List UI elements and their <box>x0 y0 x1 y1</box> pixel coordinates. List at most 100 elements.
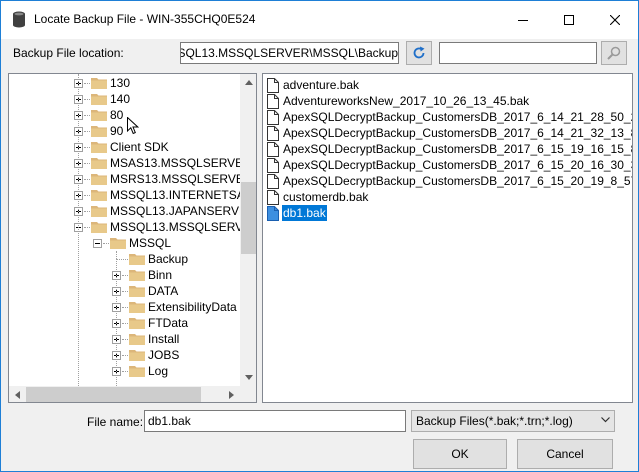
search-input[interactable] <box>439 42 597 64</box>
search-button[interactable] <box>601 41 627 65</box>
file-list[interactable]: adventure.bak AdventureworksNew_2017_10_2… <box>262 73 633 403</box>
file-name-input[interactable] <box>144 410 406 432</box>
chevron-down-icon <box>601 417 610 423</box>
tree-item-label: 140 <box>110 92 131 106</box>
file-list-item[interactable]: adventure.bak <box>267 77 360 93</box>
tree-connector-line <box>84 115 90 116</box>
close-button[interactable] <box>592 1 638 39</box>
scrollbar-corner <box>240 386 256 402</box>
file-icon <box>267 125 279 141</box>
tree-item[interactable]: FTData <box>9 315 240 331</box>
tree-item[interactable]: ExtensibilityData <box>9 299 240 315</box>
file-item-label: customerdb.bak <box>283 190 369 204</box>
file-icon <box>267 93 279 109</box>
folder-icon <box>129 334 145 345</box>
minimize-button[interactable] <box>500 1 546 39</box>
file-icon <box>267 157 279 173</box>
tree-item[interactable]: 130 <box>9 75 240 91</box>
tree-item[interactable]: Client SDK <box>9 139 240 155</box>
tree-connector-line <box>122 371 128 372</box>
file-list-item[interactable]: customerdb.bak <box>267 189 369 205</box>
tree-item[interactable]: Binn <box>9 267 240 283</box>
cancel-button[interactable]: Cancel <box>517 439 613 469</box>
backup-location-value: C:\Program Files\Microsoft SQL Server\MS… <box>180 46 398 60</box>
file-item-label: ApexSQLDecryptBackup_CustomersDB_2017_6_… <box>283 110 632 124</box>
tree-item[interactable]: MSSQL <box>9 235 240 251</box>
tree-connector-line <box>122 355 128 356</box>
tree-item-label: Install <box>148 332 180 346</box>
tree-item-label: 90 <box>110 124 124 138</box>
tree-item[interactable]: 80 <box>9 107 240 123</box>
tree-item-label: MSSQL <box>129 236 172 250</box>
folder-icon <box>91 222 107 233</box>
tree-vertical-scrollbar[interactable] <box>240 74 256 386</box>
minimize-icon <box>518 20 528 21</box>
tree-connector-line <box>84 179 90 180</box>
file-icon <box>267 77 279 93</box>
tree-item[interactable]: 140 <box>9 91 240 107</box>
locate-backup-file-dialog: Locate Backup File - WIN-355CHQ0E524 Bac… <box>0 0 639 472</box>
tree-item[interactable]: Backup <box>9 251 240 267</box>
search-icon <box>607 46 621 60</box>
folder-icon <box>91 126 107 137</box>
scroll-left-arrow-icon[interactable] <box>9 386 26 402</box>
scroll-down-arrow-icon[interactable] <box>240 369 256 386</box>
database-icon <box>13 11 25 28</box>
file-list-item[interactable]: ApexSQLDecryptBackup_CustomersDB_2017_6_… <box>267 173 632 189</box>
tree-item-label: Binn <box>148 268 173 282</box>
tree-connector-line <box>122 275 128 276</box>
tree-horizontal-scroll-thumb[interactable] <box>26 387 201 402</box>
file-item-label: ApexSQLDecryptBackup_CustomersDB_2017_6_… <box>283 158 632 172</box>
tree-item-label: 80 <box>110 108 124 122</box>
folder-icon <box>91 190 107 201</box>
tree-item[interactable]: JOBS <box>9 347 240 363</box>
file-icon <box>267 109 279 125</box>
tree-connector-line <box>84 99 90 100</box>
folder-icon <box>91 142 107 153</box>
tree-connector-line <box>84 83 90 84</box>
tree-horizontal-scrollbar[interactable] <box>9 386 240 402</box>
tree-item[interactable]: Install <box>9 331 240 347</box>
close-icon <box>610 15 620 25</box>
file-list-item[interactable]: ApexSQLDecryptBackup_CustomersDB_2017_6_… <box>267 109 632 125</box>
folder-icon <box>129 286 145 297</box>
file-item-label: ApexSQLDecryptBackup_CustomersDB_2017_6_… <box>283 126 632 140</box>
tree-item[interactable]: 90 <box>9 123 240 139</box>
tree-vertical-scroll-thumb[interactable] <box>241 182 256 254</box>
tree-item[interactable]: MSSQL13.MSSQLSERVER <box>9 219 256 235</box>
tree-item-label: MSSQL13.INTERNETSALES <box>110 188 257 202</box>
backup-location-field[interactable]: C:\Program Files\Microsoft SQL Server\MS… <box>180 42 399 64</box>
collapse-minus-icon[interactable] <box>93 239 102 248</box>
file-type-value: Backup Files(*.bak;*.trn;*.log) <box>416 414 573 428</box>
file-name-label: File name: <box>87 415 144 429</box>
mouse-cursor-icon <box>127 117 139 135</box>
tree-item[interactable]: MSSQL13.INTERNETSALES <box>9 187 256 203</box>
folder-icon <box>129 350 145 361</box>
tree-item[interactable]: MSAS13.MSSQLSERVER <box>9 155 252 171</box>
tree-item[interactable]: MSSQL13.JAPANSERVER <box>9 203 256 219</box>
file-list-item[interactable]: ApexSQLDecryptBackup_CustomersDB_2017_6_… <box>267 125 632 141</box>
file-item-label: db1.bak <box>282 205 327 221</box>
file-list-item[interactable]: db1.bak <box>267 205 327 221</box>
tree-item[interactable]: DATA <box>9 283 240 299</box>
tree-connector-line <box>103 243 109 244</box>
refresh-button[interactable] <box>406 41 432 65</box>
file-type-select[interactable]: Backup Files(*.bak;*.trn;*.log) <box>411 410 615 432</box>
file-list-item[interactable]: ApexSQLDecryptBackup_CustomersDB_2017_6_… <box>267 157 632 173</box>
refresh-icon <box>413 46 425 59</box>
scroll-up-arrow-icon[interactable] <box>240 74 256 91</box>
maximize-button[interactable] <box>546 1 592 39</box>
title-bar[interactable]: Locate Backup File - WIN-355CHQ0E524 <box>1 1 638 39</box>
file-list-item[interactable]: AdventureworksNew_2017_10_26_13_45.bak <box>267 93 530 109</box>
folder-icon <box>91 94 107 105</box>
folder-icon <box>129 318 145 329</box>
file-list-item[interactable]: ApexSQLDecryptBackup_CustomersDB_2017_6_… <box>267 141 632 157</box>
tree-item-label: Log <box>148 364 169 378</box>
tree-item[interactable]: Log <box>9 363 240 379</box>
scroll-right-arrow-icon[interactable] <box>223 386 240 402</box>
tree-connector-line <box>84 195 90 196</box>
tree-connector-line <box>122 323 128 324</box>
ok-button[interactable]: OK <box>413 439 507 469</box>
tree-item[interactable]: MSRS13.MSSQLSERVER <box>9 171 253 187</box>
tree-item-label: FTData <box>148 316 189 330</box>
